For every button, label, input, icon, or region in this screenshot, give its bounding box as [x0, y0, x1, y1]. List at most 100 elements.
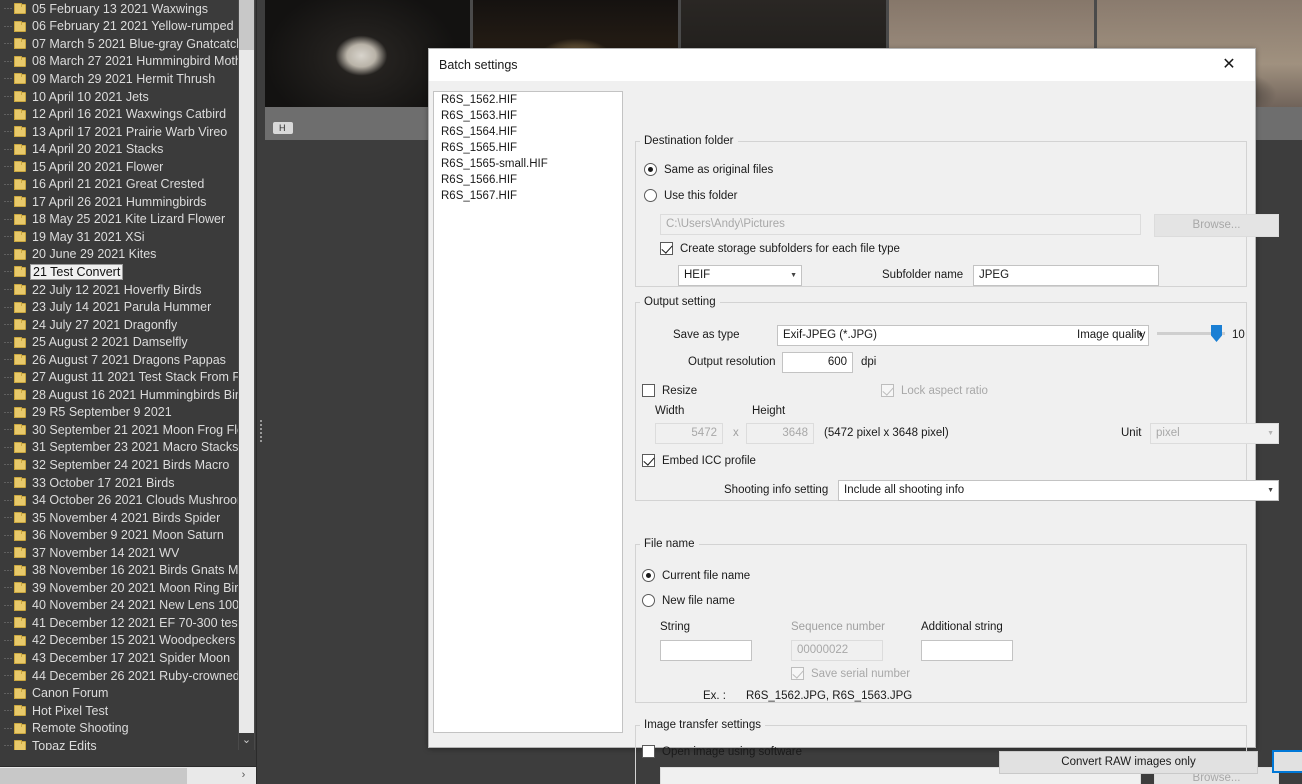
folder-tree-item[interactable]: ⋯42 December 15 2021 Woodpeckers: [0, 632, 238, 650]
tree-twisty-icon[interactable]: ⋯: [2, 425, 14, 434]
scrollbar-thumb[interactable]: [0, 768, 187, 784]
tree-twisty-icon[interactable]: ⋯: [2, 618, 14, 627]
folder-tree-pane[interactable]: ⋯05 February 13 2021 Waxwings⋯06 Februar…: [0, 0, 257, 784]
source-file-item[interactable]: R6S_1566.HIF: [434, 172, 622, 188]
output-resolution-input[interactable]: 600: [782, 352, 853, 373]
tree-twisty-icon[interactable]: ⋯: [2, 74, 14, 83]
checkbox-create-storage-subfolders[interactable]: Create storage subfolders for each file …: [660, 242, 900, 255]
folder-tree-item[interactable]: ⋯21 Test Convert: [0, 263, 238, 281]
tree-twisty-icon[interactable]: ⋯: [2, 373, 14, 382]
tree-twisty-icon[interactable]: ⋯: [2, 285, 14, 294]
folder-tree-item[interactable]: ⋯29 R5 September 9 2021: [0, 404, 238, 422]
destination-folder-path-input[interactable]: C:\Users\Andy\Pictures: [660, 214, 1141, 235]
tree-twisty-icon[interactable]: ⋯: [2, 513, 14, 522]
folder-tree-item[interactable]: ⋯40 November 24 2021 New Lens 100-500: [0, 597, 238, 615]
checkbox-embed-icc-profile[interactable]: Embed ICC profile: [642, 454, 756, 467]
folder-tree-item[interactable]: ⋯Topaz Edits: [0, 737, 238, 750]
sequence-number-input[interactable]: 00000022: [791, 640, 883, 661]
folder-tree-item[interactable]: ⋯33 October 17 2021 Birds: [0, 474, 238, 492]
tree-twisty-icon[interactable]: ⋯: [2, 215, 14, 224]
source-file-item[interactable]: R6S_1563.HIF: [434, 108, 622, 124]
folder-tree-item[interactable]: ⋯14 April 20 2021 Stacks: [0, 140, 238, 158]
folder-tree-item[interactable]: ⋯07 March 5 2021 Blue-gray Gnatcatcher: [0, 35, 238, 53]
radio-use-this-folder[interactable]: Use this folder: [644, 189, 738, 202]
tree-twisty-icon[interactable]: ⋯: [2, 741, 14, 750]
folder-tree-item[interactable]: ⋯38 November 16 2021 Birds Gnats Mange: [0, 562, 238, 580]
folder-tree-item[interactable]: ⋯36 November 9 2021 Moon Saturn: [0, 526, 238, 544]
folder-tree-item[interactable]: ⋯22 July 12 2021 Hoverfly Birds: [0, 281, 238, 299]
checkbox-save-serial-number[interactable]: Save serial number: [791, 667, 910, 680]
tree-twisty-icon[interactable]: ⋯: [2, 531, 14, 540]
folder-tree-item[interactable]: ⋯43 December 17 2021 Spider Moon: [0, 649, 238, 667]
tree-twisty-icon[interactable]: ⋯: [2, 601, 14, 610]
tree-twisty-icon[interactable]: ⋯: [2, 566, 14, 575]
folder-tree-item[interactable]: ⋯34 October 26 2021 Clouds Mushrooms: [0, 491, 238, 509]
folder-tree-item[interactable]: ⋯16 April 21 2021 Great Crested: [0, 175, 238, 193]
radio-same-as-original-files[interactable]: Same as original files: [644, 163, 773, 176]
source-file-item[interactable]: R6S_1567.HIF: [434, 188, 622, 204]
tree-twisty-icon[interactable]: ⋯: [2, 654, 14, 663]
file-name-string-input[interactable]: [660, 640, 752, 661]
source-file-list[interactable]: R6S_1562.HIFR6S_1563.HIFR6S_1564.HIFR6S_…: [433, 91, 623, 733]
source-file-item[interactable]: R6S_1562.HIF: [434, 92, 622, 108]
shooting-info-select[interactable]: Include all shooting info ▼: [838, 480, 1279, 501]
folder-tree-horizontal-scrollbar[interactable]: ›: [0, 766, 256, 784]
tree-twisty-icon[interactable]: ⋯: [2, 390, 14, 399]
tree-twisty-icon[interactable]: ⋯: [2, 724, 14, 733]
tree-twisty-icon[interactable]: ⋯: [2, 408, 14, 417]
convert-raw-images-only-button[interactable]: Convert RAW images only: [999, 751, 1258, 774]
folder-tree-item[interactable]: ⋯15 April 20 2021 Flower: [0, 158, 238, 176]
folder-tree-list[interactable]: ⋯05 February 13 2021 Waxwings⋯06 Februar…: [0, 0, 238, 750]
tree-twisty-icon[interactable]: ⋯: [2, 232, 14, 241]
folder-tree-item[interactable]: ⋯06 February 21 2021 Yellow-rumped: [0, 18, 238, 36]
folder-tree-item[interactable]: ⋯26 August 7 2021 Dragons Pappas: [0, 351, 238, 369]
folder-tree-item[interactable]: ⋯41 December 12 2021 EF 70-300 test Exte: [0, 614, 238, 632]
checkbox-lock-aspect-ratio[interactable]: Lock aspect ratio: [881, 384, 988, 397]
tree-twisty-icon[interactable]: ⋯: [2, 145, 14, 154]
tree-twisty-icon[interactable]: ⋯: [2, 548, 14, 557]
folder-tree-item[interactable]: ⋯24 July 27 2021 Dragonfly: [0, 316, 238, 334]
folder-tree-item[interactable]: ⋯Canon Forum: [0, 684, 238, 702]
tree-twisty-icon[interactable]: ⋯: [2, 443, 14, 452]
unit-select[interactable]: pixel ▼: [1150, 423, 1279, 444]
tree-twisty-icon[interactable]: ⋯: [2, 267, 14, 276]
scrollbar-track[interactable]: [187, 768, 231, 783]
source-file-item[interactable]: R6S_1564.HIF: [434, 124, 622, 140]
tree-twisty-icon[interactable]: ⋯: [2, 303, 14, 312]
folder-tree-item[interactable]: ⋯32 September 24 2021 Birds Macro: [0, 456, 238, 474]
tree-twisty-icon[interactable]: ⋯: [2, 338, 14, 347]
tree-twisty-icon[interactable]: ⋯: [2, 355, 14, 364]
tree-twisty-icon[interactable]: ⋯: [2, 478, 14, 487]
tree-twisty-icon[interactable]: ⋯: [2, 197, 14, 206]
tree-twisty-icon[interactable]: ⋯: [2, 39, 14, 48]
folder-tree-item[interactable]: ⋯10 April 10 2021 Jets: [0, 88, 238, 106]
folder-tree-item[interactable]: ⋯20 June 29 2021 Kites: [0, 246, 238, 264]
subfolder-name-input[interactable]: JPEG: [973, 265, 1159, 286]
tree-twisty-icon[interactable]: ⋯: [2, 320, 14, 329]
tree-twisty-icon[interactable]: ⋯: [2, 4, 14, 13]
folder-tree-item[interactable]: ⋯39 November 20 2021 Moon Ring Birds: [0, 579, 238, 597]
chevron-down-icon[interactable]: ⌄: [239, 733, 254, 750]
folder-tree-item[interactable]: ⋯08 March 27 2021 Hummingbird Moth: [0, 53, 238, 71]
folder-tree-item[interactable]: ⋯44 December 26 2021 Ruby-crowned: [0, 667, 238, 685]
destination-browse-button[interactable]: Browse...: [1154, 214, 1279, 237]
folder-tree-vertical-scrollbar[interactable]: ⌄: [238, 0, 255, 750]
source-file-item[interactable]: R6S_1565-small.HIF: [434, 156, 622, 172]
tree-twisty-icon[interactable]: ⋯: [2, 636, 14, 645]
folder-tree-item[interactable]: ⋯31 September 23 2021 Macro Stacks: [0, 439, 238, 457]
radio-current-file-name[interactable]: Current file name: [642, 569, 750, 582]
checkbox-open-image-using-software[interactable]: Open image using software: [642, 745, 802, 758]
folder-tree-item[interactable]: ⋯Hot Pixel Test: [0, 702, 238, 720]
additional-string-input[interactable]: [921, 640, 1013, 661]
checkbox-resize[interactable]: Resize: [642, 384, 697, 397]
folder-tree-item[interactable]: ⋯25 August 2 2021 Damselfly: [0, 333, 238, 351]
image-quality-slider[interactable]: [1157, 323, 1225, 343]
chevron-right-icon[interactable]: ›: [231, 767, 256, 784]
tree-twisty-icon[interactable]: ⋯: [2, 583, 14, 592]
folder-tree-item[interactable]: ⋯28 August 16 2021 Hummingbirds Birds: [0, 386, 238, 404]
source-file-item[interactable]: R6S_1565.HIF: [434, 140, 622, 156]
tree-twisty-icon[interactable]: ⋯: [2, 496, 14, 505]
close-icon[interactable]: ✕: [1209, 49, 1249, 81]
tree-twisty-icon[interactable]: ⋯: [2, 127, 14, 136]
folder-tree-item[interactable]: ⋯30 September 21 2021 Moon Frog Flower: [0, 421, 238, 439]
